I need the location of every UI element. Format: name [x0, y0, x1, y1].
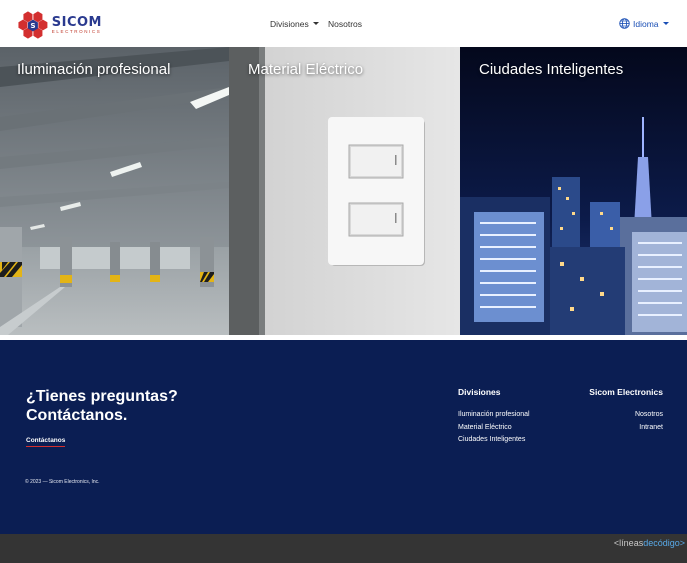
footer-link-iluminacion[interactable]: Iluminación profesional [458, 409, 530, 422]
parking-garage-image [0, 47, 229, 335]
credit-suffix: código> [653, 538, 685, 548]
panel-title: Iluminación profesional [17, 61, 171, 78]
footer-divisiones-column: Divisiones Iluminación profesional Mater… [458, 387, 530, 447]
footer-link-nosotros[interactable]: Nosotros [589, 409, 663, 422]
sicom-logo[interactable]: S SICOM ELECTRONICS [18, 9, 102, 41]
credit-prefix: <líneas [613, 538, 644, 548]
footer-sicom-column: Sicom Electronics Nosotros Intranet [589, 387, 663, 434]
developer-credit-link[interactable]: <líneasdecódigo> [614, 538, 685, 548]
footer-column-title: Sicom Electronics [589, 387, 663, 397]
brand-name: SICOM [51, 14, 102, 30]
panel-ciudades-inteligentes[interactable]: Ciudades Inteligentes [460, 47, 687, 335]
footer-link-ciudades-inteligentes[interactable]: Ciudades Inteligentes [458, 434, 530, 447]
nav-divisiones-dropdown[interactable]: Divisiones [270, 0, 319, 47]
hexagon-logo-icon: S [18, 11, 48, 39]
copyright: © 2023 — Sicom Electronics, Inc. [25, 479, 100, 485]
svg-text:S: S [30, 21, 35, 30]
credit-bar: <líneasdecódigo> [0, 534, 687, 563]
language-dropdown[interactable]: Idioma [619, 0, 669, 47]
panel-material-electrico[interactable]: Material Eléctrico [229, 47, 460, 335]
caret-down-icon [662, 22, 669, 25]
brand-tagline: ELECTRONICS [51, 28, 102, 34]
cta-heading: ¿Tienes preguntas? Contáctanos. [26, 388, 178, 424]
panel-title: Material Eléctrico [248, 61, 364, 78]
nav-nosotros-link[interactable]: Nosotros [328, 0, 362, 47]
nav-divisiones-label: Divisiones [270, 18, 309, 29]
footer-link-material-electrico[interactable]: Material Eléctrico [458, 422, 530, 435]
globe-icon [619, 18, 630, 29]
nav-nosotros-label: Nosotros [328, 18, 363, 29]
panel-iluminacion[interactable]: Iluminación profesional [0, 47, 229, 335]
contact-link[interactable]: Contáctanos [26, 437, 66, 447]
footer-column-title: Divisiones [458, 387, 501, 397]
footer-link-intranet[interactable]: Intranet [589, 422, 663, 435]
division-panels: Iluminación profesional Material Eléctri… [0, 47, 687, 335]
light-switch-image [229, 47, 460, 335]
site-header: S SICOM ELECTRONICS Divisiones Nosotros … [0, 0, 687, 47]
night-city-image [460, 47, 687, 335]
caret-down-icon [312, 22, 319, 25]
language-label: Idioma [633, 18, 659, 29]
site-footer: ¿Tienes preguntas? Contáctanos. Contácta… [0, 340, 687, 534]
credit-middle: de [643, 538, 654, 548]
panel-title: Ciudades Inteligentes [479, 61, 624, 78]
